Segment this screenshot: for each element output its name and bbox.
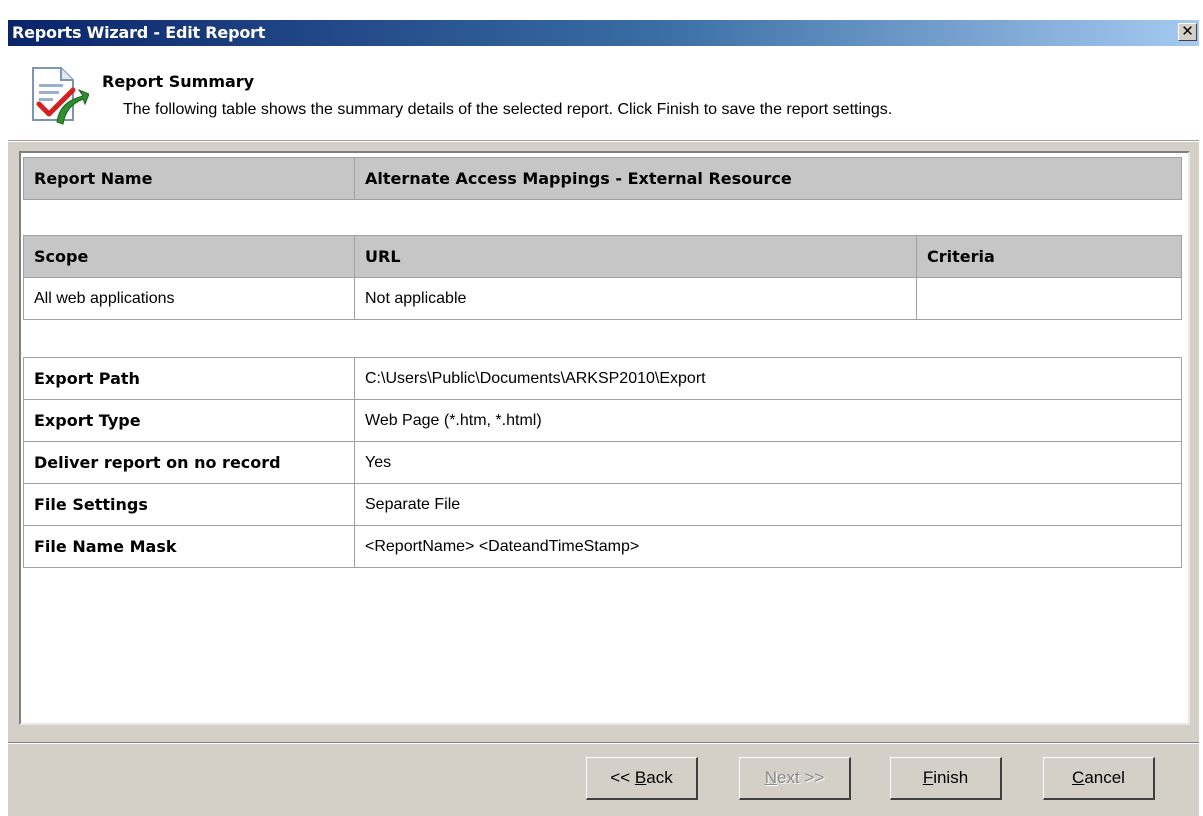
export-path-value: C:\Users\Public\Documents\ARKSP2010\Expo… — [354, 357, 1182, 400]
back-button-label: ack — [646, 768, 673, 787]
table-header-row: Scope URL Criteria — [23, 235, 1182, 278]
finish-button-label: inish — [933, 768, 969, 787]
table-row: Deliver report on no record Yes — [23, 441, 1182, 484]
back-button-prefix: << — [610, 768, 635, 787]
finish-button-mnemonic: F — [922, 768, 934, 787]
close-icon: ✕ — [1181, 22, 1194, 40]
table-row: File Name Mask <ReportName> <DateandTime… — [23, 525, 1182, 568]
report-name-value: Alternate Access Mappings - External Res… — [354, 157, 1182, 200]
next-button-label: ext >> — [777, 768, 825, 787]
file-settings-label: File Settings — [23, 483, 355, 526]
cancel-button-mnemonic: C — [1072, 768, 1085, 787]
cancel-button[interactable]: Cancel — [1043, 757, 1155, 800]
back-button-mnemonic: B — [634, 768, 647, 787]
back-button[interactable]: << Back — [586, 757, 698, 800]
table-row: Report Name Alternate Access Mappings - … — [23, 157, 1182, 200]
table-row: File Settings Separate File — [23, 483, 1182, 526]
table-row: All web applications Not applicable — [23, 277, 1182, 320]
close-button[interactable]: ✕ — [1178, 23, 1197, 41]
scope-table: Scope URL Criteria All web applications … — [23, 235, 1182, 320]
criteria-cell — [916, 277, 1182, 320]
wizard-header: Report Summary The following table shows… — [8, 46, 1199, 140]
scope-cell: All web applications — [23, 277, 355, 320]
deliver-on-no-record-label: Deliver report on no record — [23, 441, 355, 484]
wizard-footer: << Back Next >> Finish Cancel — [8, 744, 1199, 816]
next-button[interactable]: Next >> — [739, 757, 851, 800]
column-header-url: URL — [354, 235, 917, 278]
export-path-label: Export Path — [23, 357, 355, 400]
table-row: Export Type Web Page (*.htm, *.html) — [23, 399, 1182, 442]
table-row: Export Path C:\Users\Public\Documents\AR… — [23, 357, 1182, 400]
summary-panel: Report Name Alternate Access Mappings - … — [19, 151, 1190, 725]
cancel-button-label: ancel — [1084, 768, 1125, 787]
export-details-table: Export Path C:\Users\Public\Documents\AR… — [23, 357, 1182, 568]
export-type-value: Web Page (*.htm, *.html) — [354, 399, 1182, 442]
header-title: Report Summary — [102, 72, 255, 91]
title-bar: Reports Wizard - Edit Report ✕ — [8, 20, 1199, 46]
deliver-on-no-record-value: Yes — [354, 441, 1182, 484]
file-name-mask-label: File Name Mask — [23, 525, 355, 568]
finish-button[interactable]: Finish — [890, 757, 1002, 800]
column-header-scope: Scope — [23, 235, 355, 278]
export-type-label: Export Type — [23, 399, 355, 442]
report-name-table: Report Name Alternate Access Mappings - … — [23, 157, 1182, 200]
file-name-mask-value: <ReportName> <DateandTimeStamp> — [354, 525, 1182, 568]
next-button-mnemonic: N — [764, 768, 777, 787]
window-title: Reports Wizard - Edit Report — [12, 23, 266, 42]
reports-wizard-window: Reports Wizard - Edit Report ✕ Report Su… — [0, 0, 1203, 816]
file-settings-value: Separate File — [354, 483, 1182, 526]
report-summary-icon — [27, 64, 90, 126]
header-description: The following table shows the summary de… — [123, 101, 893, 118]
url-cell: Not applicable — [354, 277, 917, 320]
column-header-criteria: Criteria — [916, 235, 1182, 278]
content-area: Report Name Alternate Access Mappings - … — [8, 142, 1199, 746]
report-name-label: Report Name — [23, 157, 355, 200]
